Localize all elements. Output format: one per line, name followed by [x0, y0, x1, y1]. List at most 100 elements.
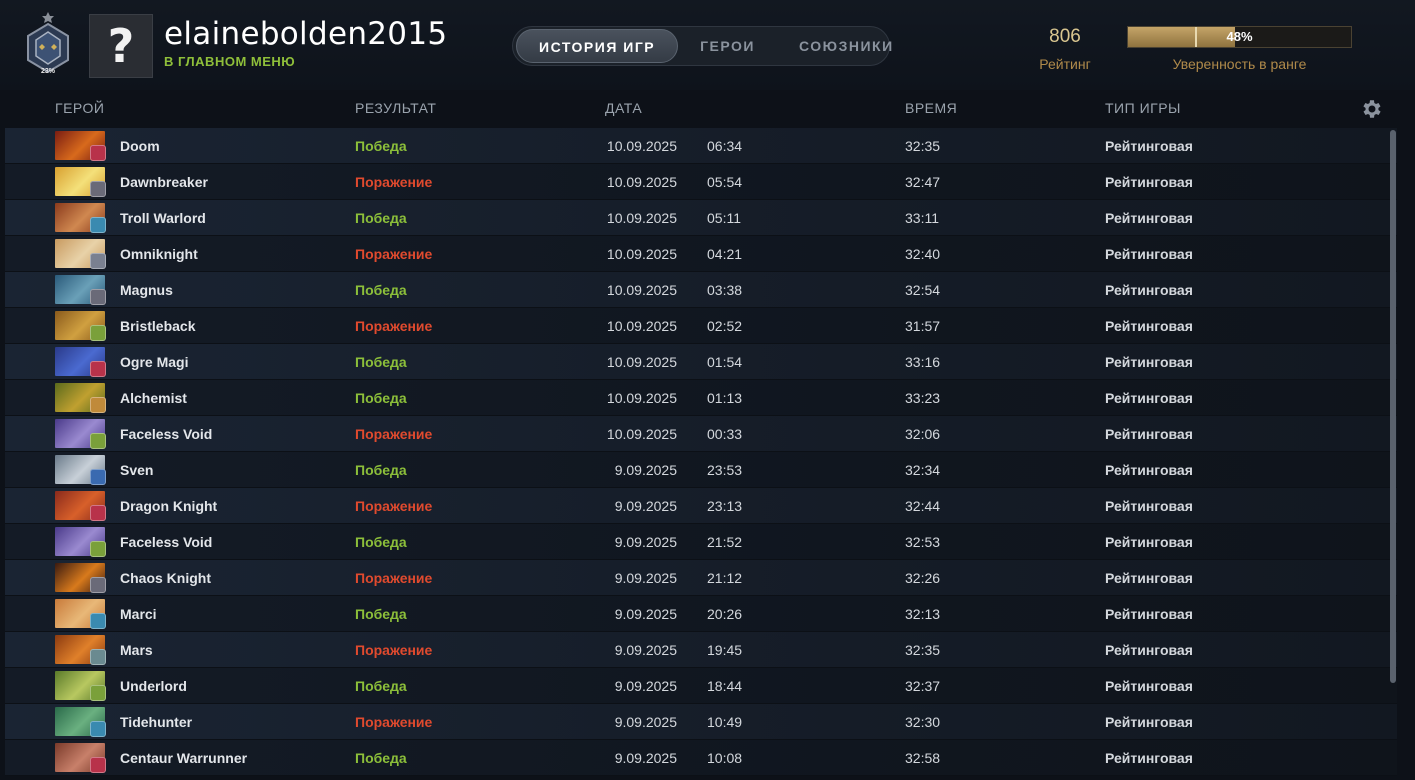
match-date: 9.09.2025 — [614, 678, 677, 694]
match-duration: 32:44 — [905, 498, 941, 514]
match-result: Победа — [355, 750, 407, 766]
profile-header: 23% ? elainebolden2015 В ГЛАВНОМ МЕНЮ ИС… — [0, 0, 1415, 90]
table-row[interactable]: Marci Победа 9.09.2025 20:26 32:13 Рейти… — [5, 596, 1397, 632]
game-mode: Рейтинговая — [1105, 642, 1193, 658]
match-time: 00:33 — [707, 426, 743, 442]
table-row[interactable]: Underlord Победа 9.09.2025 18:44 32:37 Р… — [5, 668, 1397, 704]
hero-name: Omniknight — [120, 246, 198, 262]
gear-icon[interactable] — [1360, 97, 1384, 121]
hero-name: Marci — [120, 606, 157, 622]
column-date[interactable]: ДАТА — [605, 100, 642, 116]
rank-confidence-label: Уверенность в ранге — [1172, 56, 1307, 72]
column-duration[interactable]: ВРЕМЯ — [905, 100, 957, 116]
table-row[interactable]: Dawnbreaker Поражение 10.09.2025 05:54 3… — [5, 164, 1397, 200]
hero-role-icon — [90, 649, 106, 665]
table-row[interactable]: Mars Поражение 9.09.2025 19:45 32:35 Рей… — [5, 632, 1397, 668]
table-row[interactable]: Dragon Knight Поражение 9.09.2025 23:13 … — [5, 488, 1397, 524]
hero-name: Doom — [120, 138, 160, 154]
scrollbar[interactable] — [1390, 130, 1396, 683]
table-row[interactable]: Ogre Magi Победа 10.09.2025 01:54 33:16 … — [5, 344, 1397, 380]
table-row[interactable]: Faceless Void Поражение 10.09.2025 00:33… — [5, 416, 1397, 452]
hero-name: Sven — [120, 462, 154, 478]
avatar[interactable]: ? — [89, 14, 153, 78]
hero-role-icon — [90, 469, 106, 485]
game-mode: Рейтинговая — [1105, 570, 1193, 586]
game-mode: Рейтинговая — [1105, 210, 1193, 226]
column-game-mode[interactable]: ТИП ИГРЫ — [1105, 100, 1181, 116]
hero-role-icon — [90, 217, 106, 233]
table-row[interactable]: Faceless Void Победа 9.09.2025 21:52 32:… — [5, 524, 1397, 560]
match-time: 10:49 — [707, 714, 743, 730]
match-time: 18:44 — [707, 678, 743, 694]
match-date: 10.09.2025 — [606, 282, 677, 298]
table-row[interactable]: Sven Победа 9.09.2025 23:53 32:34 Рейтин… — [5, 452, 1397, 488]
table-row[interactable]: Troll Warlord Победа 10.09.2025 05:11 33… — [5, 200, 1397, 236]
hero-role-icon — [90, 433, 106, 449]
match-duration: 32:06 — [905, 426, 941, 442]
match-duration: 32:26 — [905, 570, 941, 586]
hero-name: Dragon Knight — [120, 498, 218, 514]
table-row[interactable]: Bristleback Поражение 10.09.2025 02:52 3… — [5, 308, 1397, 344]
match-duration: 32:40 — [905, 246, 941, 262]
match-date: 9.09.2025 — [614, 606, 677, 622]
match-duration: 32:35 — [905, 138, 941, 154]
match-date: 9.09.2025 — [614, 534, 677, 550]
table-row[interactable]: Doom Победа 10.09.2025 06:34 32:35 Рейти… — [5, 128, 1397, 164]
game-mode: Рейтинговая — [1105, 534, 1193, 550]
tab-allies[interactable]: СОЮЗНИКИ — [777, 29, 916, 63]
table-row[interactable]: Magnus Победа 10.09.2025 03:38 32:54 Рей… — [5, 272, 1397, 308]
table-row[interactable]: Chaos Knight Поражение 9.09.2025 21:12 3… — [5, 560, 1397, 596]
match-result: Победа — [355, 534, 407, 550]
match-duration: 32:35 — [905, 642, 941, 658]
table-row[interactable]: Omniknight Поражение 10.09.2025 04:21 32… — [5, 236, 1397, 272]
hero-role-icon — [90, 613, 106, 629]
match-date: 9.09.2025 — [614, 462, 677, 478]
hero-name: Bristleback — [120, 318, 196, 334]
tab-heroes[interactable]: ГЕРОИ — [678, 29, 777, 63]
match-result: Поражение — [355, 426, 433, 442]
game-mode: Рейтинговая — [1105, 354, 1193, 370]
hero-name: Centaur Warrunner — [120, 750, 248, 766]
game-mode: Рейтинговая — [1105, 678, 1193, 694]
match-date: 9.09.2025 — [614, 498, 677, 514]
match-date: 10.09.2025 — [606, 246, 677, 262]
hero-role-icon — [90, 685, 106, 701]
column-result[interactable]: РЕЗУЛЬТАТ — [355, 100, 436, 116]
match-date: 9.09.2025 — [614, 750, 677, 766]
game-mode: Рейтинговая — [1105, 390, 1193, 406]
match-time: 03:38 — [707, 282, 743, 298]
table-row[interactable]: Tidehunter Поражение 9.09.2025 10:49 32:… — [5, 704, 1397, 740]
hero-role-icon — [90, 325, 106, 341]
game-mode: Рейтинговая — [1105, 246, 1193, 262]
game-mode: Рейтинговая — [1105, 606, 1193, 622]
tab-match-history[interactable]: ИСТОРИЯ ИГР — [516, 29, 679, 63]
game-mode: Рейтинговая — [1105, 318, 1193, 334]
hero-name: Faceless Void — [120, 426, 213, 442]
table-row[interactable]: Centaur Warrunner Победа 9.09.2025 10:08… — [5, 740, 1397, 776]
match-duration: 32:13 — [905, 606, 941, 622]
hero-name: Ogre Magi — [120, 354, 189, 370]
hero-role-icon — [90, 145, 106, 161]
match-result: Поражение — [355, 246, 433, 262]
match-time: 02:52 — [707, 318, 743, 334]
hero-role-icon — [90, 721, 106, 737]
match-result: Победа — [355, 282, 407, 298]
match-date: 10.09.2025 — [606, 318, 677, 334]
match-time: 10:08 — [707, 750, 743, 766]
match-history-table: ГЕРОЙ РЕЗУЛЬТАТ ДАТА ВРЕМЯ ТИП ИГРЫ Doom… — [5, 90, 1397, 780]
match-time: 01:13 — [707, 390, 743, 406]
hero-role-icon — [90, 541, 106, 557]
match-date: 10.09.2025 — [606, 426, 677, 442]
match-date: 10.09.2025 — [606, 174, 677, 190]
match-result: Победа — [355, 390, 407, 406]
game-mode: Рейтинговая — [1105, 282, 1193, 298]
column-hero[interactable]: ГЕРОЙ — [55, 100, 104, 116]
match-date: 10.09.2025 — [606, 210, 677, 226]
hero-name: Chaos Knight — [120, 570, 211, 586]
table-row[interactable]: Alchemist Победа 10.09.2025 01:13 33:23 … — [5, 380, 1397, 416]
match-date: 9.09.2025 — [614, 642, 677, 658]
match-result: Победа — [355, 462, 407, 478]
rating-label: Рейтинг — [1039, 56, 1091, 72]
match-time: 19:45 — [707, 642, 743, 658]
game-mode: Рейтинговая — [1105, 750, 1193, 766]
